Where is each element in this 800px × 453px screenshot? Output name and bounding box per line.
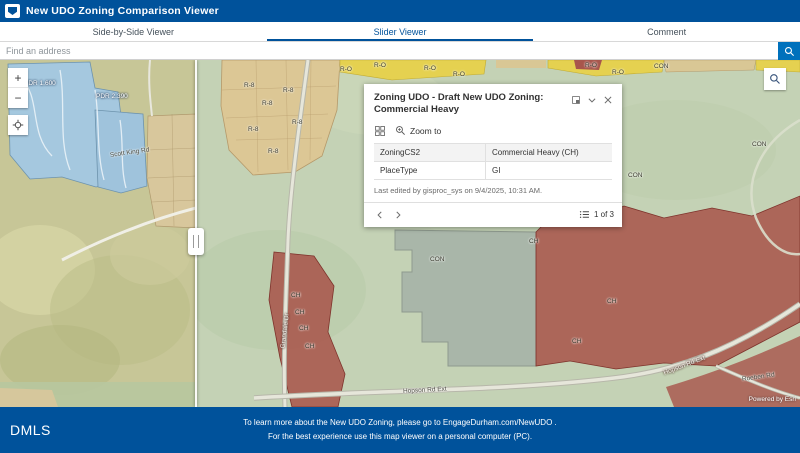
field-name: ZoningCS2 — [374, 144, 486, 161]
durham-planning-logo-icon — [5, 4, 20, 18]
chevron-right-icon — [393, 210, 403, 220]
chevron-down-icon — [587, 95, 597, 105]
locate-button[interactable] — [8, 115, 28, 135]
close-icon — [603, 95, 613, 105]
zoom-control: + − — [8, 68, 28, 108]
footer-line2: For the best experience use this map vie… — [0, 430, 800, 444]
zoom-in-button[interactable]: + — [8, 68, 28, 88]
pager-count: 1 of 3 — [594, 210, 614, 219]
last-edited-text: Last edited by gisproc_sys on 9/4/2025, … — [364, 180, 622, 202]
grip-icon — [193, 235, 199, 248]
footer-line1: To learn more about the New UDO Zoning, … — [0, 416, 800, 430]
field-value: Commercial Heavy (CH) — [486, 144, 612, 161]
app-title: New UDO Zoning Comparison Viewer — [26, 5, 219, 17]
viewer-tabs: Side-by-Side Viewer Slider Viewer Commen… — [0, 22, 800, 42]
list-icon — [579, 209, 590, 220]
old-zoning-map-pane[interactable] — [0, 60, 196, 407]
dock-button[interactable] — [568, 92, 584, 108]
prev-feature-button[interactable] — [372, 207, 388, 223]
search-icon — [784, 46, 795, 57]
old-zoning-map — [0, 60, 196, 407]
collapse-button[interactable] — [584, 92, 600, 108]
attribute-table: ZoningCS2 Commercial Heavy (CH) PlaceTyp… — [374, 143, 612, 180]
table-row: ZoningCS2 Commercial Heavy (CH) — [374, 144, 612, 162]
app-header: New UDO Zoning Comparison Viewer — [0, 0, 800, 22]
magnifier-plus-icon — [395, 125, 406, 136]
next-feature-button[interactable] — [390, 207, 406, 223]
footer-message: To learn more about the New UDO Zoning, … — [0, 407, 800, 443]
zoom-to-button[interactable]: Zoom to — [395, 125, 441, 136]
field-name: PlaceType — [374, 162, 486, 179]
field-value: GI — [486, 162, 612, 179]
address-search-bar — [0, 42, 800, 60]
popup-actions-button[interactable] — [374, 125, 386, 137]
search-icon — [769, 73, 781, 85]
footer-brand: DMLS — [10, 422, 51, 438]
esri-attribution: Powered by Esri — [749, 396, 796, 403]
app-footer: DMLS To learn more about the New UDO Zon… — [0, 407, 800, 453]
table-row: PlaceType GI — [374, 162, 612, 180]
tab-side-by-side-viewer[interactable]: Side-by-Side Viewer — [0, 22, 267, 41]
zoom-out-button[interactable]: − — [8, 88, 28, 108]
popup-title: Zoning UDO - Draft New UDO Zoning: Comme… — [374, 92, 568, 117]
feature-popup: Zoning UDO - Draft New UDO Zoning: Comme… — [364, 84, 622, 227]
grid-icon — [374, 125, 386, 137]
ch-zone-polygon-top — [574, 60, 602, 70]
feature-pager[interactable]: 1 of 3 — [579, 209, 614, 220]
address-search-input[interactable] — [0, 42, 778, 59]
swipe-slider-handle[interactable] — [188, 228, 204, 255]
search-button[interactable] — [778, 42, 800, 60]
dock-icon — [571, 95, 581, 105]
close-button[interactable] — [600, 92, 616, 108]
tab-comment[interactable]: Comment — [533, 22, 800, 41]
tab-slider-viewer[interactable]: Slider Viewer — [267, 22, 534, 41]
map-search-button[interactable] — [764, 68, 786, 90]
chevron-left-icon — [375, 210, 385, 220]
zoom-to-label: Zoom to — [410, 126, 441, 136]
locate-icon — [12, 119, 24, 131]
